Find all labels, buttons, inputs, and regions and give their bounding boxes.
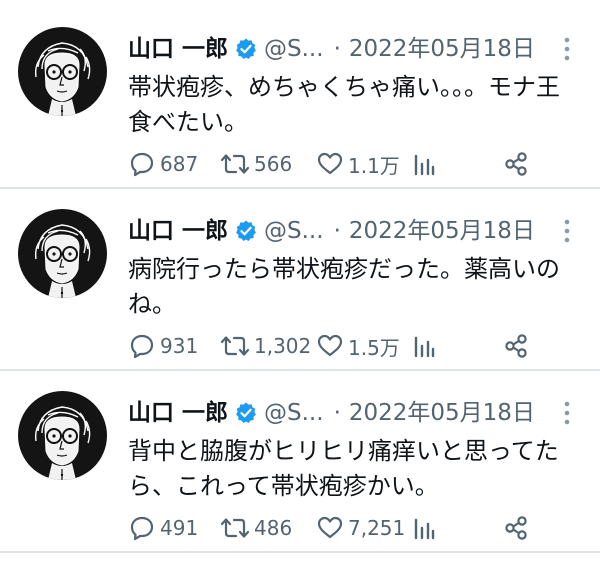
avatar-illustration-icon [18,27,107,116]
tweet[interactable]: 山口 一郎 @S... · 2022年05月18日 病院行ったら帯状疱疹だった。… [0,190,600,371]
reply-icon [128,150,160,178]
tweet[interactable]: 山口 一郎 @S... · 2022年05月18日 帯状疱疹、めちゃくちゃ痛い。… [0,8,600,189]
verified-badge-icon [234,401,258,425]
reply-button[interactable]: 687 [128,146,198,182]
avatar[interactable] [18,27,107,116]
reply-count: 931 [160,334,199,358]
tweet-text: 背中と脇腹がヒリヒリ痛痒いと思ってたら、これって帯状疱疹かい。 [128,437,559,500]
share-button[interactable] [502,510,534,546]
verified-badge-icon [234,219,258,243]
verified-badge-icon [234,37,258,61]
share-icon [502,332,534,360]
analytics-button[interactable] [412,146,440,182]
reply-icon [128,332,160,360]
retweet-button[interactable]: 1,302 [220,328,311,364]
share-icon [502,150,534,178]
reply-icon [128,514,160,542]
reply-button[interactable]: 491 [128,510,198,546]
like-count: 1.1万 [348,153,400,178]
share-icon [502,514,534,542]
author-name[interactable]: 山口 一郎 [128,212,228,250]
retweet-button[interactable]: 486 [220,510,292,546]
author-name[interactable]: 山口 一郎 [128,394,228,432]
tweet-feed: 山口 一郎 @S... · 2022年05月18日 帯状疱疹、めちゃくちゃ痛い。… [0,0,600,568]
tweet[interactable]: 山口 一郎 @S... · 2022年05月18日 背中と脇腹がヒリヒリ痛痒いと… [0,372,600,553]
action-bar: 687 566 1.1万 [128,146,548,182]
analytics-icon [412,150,440,178]
author-handle[interactable]: @S... [264,394,324,432]
retweet-count: 566 [254,152,293,176]
avatar-illustration-icon [18,209,107,298]
author-handle[interactable]: @S... [264,30,324,68]
separator-dot: · [333,400,341,426]
avatar-illustration-icon [18,391,107,480]
analytics-icon [412,514,440,542]
separator-dot: · [333,36,341,62]
retweet-button[interactable]: 566 [220,146,292,182]
analytics-button[interactable] [412,510,440,546]
like-count: 7,251 [348,516,406,540]
like-count: 1.5万 [348,335,400,360]
reply-button[interactable]: 931 [128,328,198,364]
reply-count: 491 [160,516,199,540]
like-button[interactable]: 7,251 [316,510,405,546]
tweet-text: 帯状疱疹、めちゃくちゃ痛い。。。モナ王食べたい。 [128,73,560,136]
analytics-button[interactable] [412,328,440,364]
analytics-icon [412,332,440,360]
like-button[interactable]: 1.5万 [316,328,400,364]
retweet-icon [220,514,254,542]
share-button[interactable] [502,328,534,364]
avatar[interactable] [18,209,107,298]
author-handle[interactable]: @S... [264,212,324,250]
tweet-header: 山口 一郎 @S... · 2022年05月18日 [128,394,535,432]
more-options-icon[interactable] [560,400,574,426]
retweet-icon [220,332,254,360]
like-button[interactable]: 1.1万 [316,146,400,182]
share-button[interactable] [502,146,534,182]
retweet-count: 486 [254,516,293,540]
action-bar: 491 486 7,251 [128,510,548,546]
tweet-header: 山口 一郎 @S... · 2022年05月18日 [128,30,535,68]
author-name[interactable]: 山口 一郎 [128,30,228,68]
tweet-date[interactable]: 2022年05月18日 [349,212,535,250]
more-options-icon[interactable] [560,36,574,62]
tweet-date[interactable]: 2022年05月18日 [349,394,535,432]
tweet-text: 病院行ったら帯状疱疹だった。薬高いのね。 [128,255,560,318]
action-bar: 931 1,302 1.5万 [128,328,548,364]
more-options-icon[interactable] [560,218,574,244]
retweet-icon [220,150,254,178]
tweet-header: 山口 一郎 @S... · 2022年05月18日 [128,212,535,250]
heart-icon [316,150,348,178]
reply-count: 687 [160,152,199,176]
separator-dot: · [333,218,341,244]
heart-icon [316,332,348,360]
heart-icon [316,514,348,542]
tweet-date[interactable]: 2022年05月18日 [349,30,535,68]
avatar[interactable] [18,391,107,480]
retweet-count: 1,302 [254,334,312,358]
